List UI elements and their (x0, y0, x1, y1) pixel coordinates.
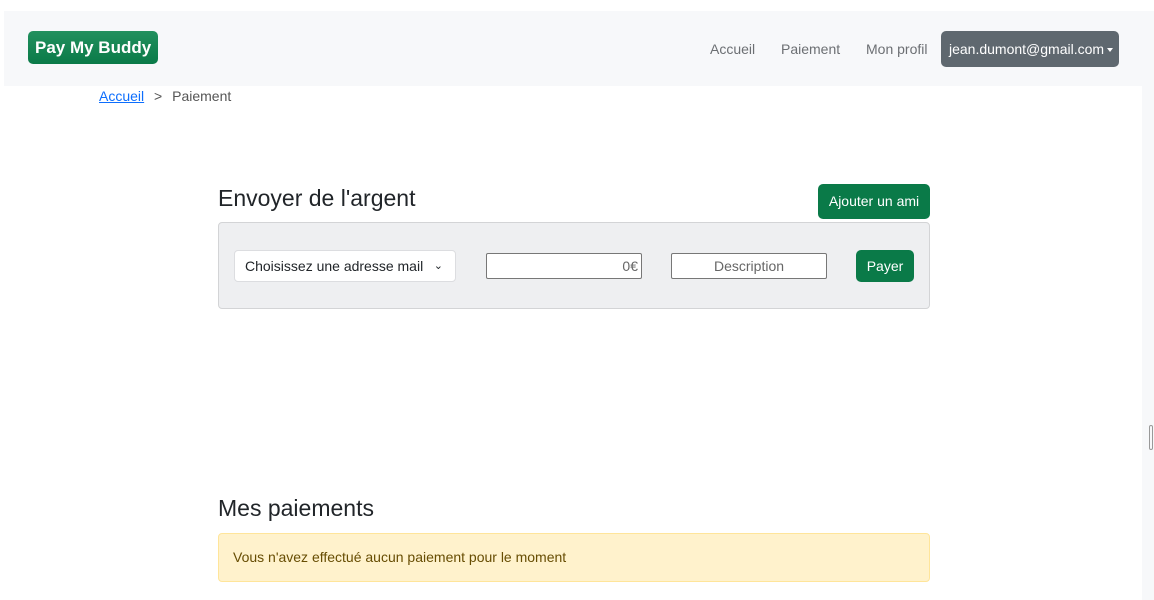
no-payments-alert: Vous n'avez effectué aucun paiement pour… (218, 533, 930, 582)
page-margin (1142, 86, 1154, 600)
breadcrumb: Accueil > Paiement (99, 88, 231, 104)
brand-logo[interactable]: Pay My Buddy (28, 31, 159, 64)
nav-mon-profil[interactable]: Mon profil (866, 41, 927, 57)
email-select[interactable]: Choisissez une adresse mail ⌄ (234, 250, 456, 282)
add-friend-button[interactable]: Ajouter un ami (818, 184, 930, 219)
send-money-title: Envoyer de l'argent (218, 185, 416, 211)
user-email: jean.dumont@gmail.com (949, 41, 1105, 57)
breadcrumb-home[interactable]: Accueil (99, 88, 144, 104)
caret-down-icon (1107, 48, 1114, 53)
user-dropdown[interactable]: jean.dumont@gmail.com (941, 31, 1119, 67)
nav-accueil[interactable]: Accueil (710, 41, 755, 57)
pay-button[interactable]: Payer (856, 250, 914, 282)
email-select-label: Choisissez une adresse mail (245, 258, 424, 274)
amount-input[interactable]: 0€ (486, 253, 642, 279)
chevron-down-icon: ⌄ (433, 260, 443, 272)
nav-paiement[interactable]: Paiement (781, 41, 840, 57)
breadcrumb-current: Paiement (172, 88, 232, 104)
description-input[interactable]: Description (671, 253, 827, 279)
breadcrumb-separator: > (154, 88, 163, 104)
scrollbar[interactable] (1149, 425, 1153, 450)
payments-title: Mes paiements (218, 495, 374, 521)
